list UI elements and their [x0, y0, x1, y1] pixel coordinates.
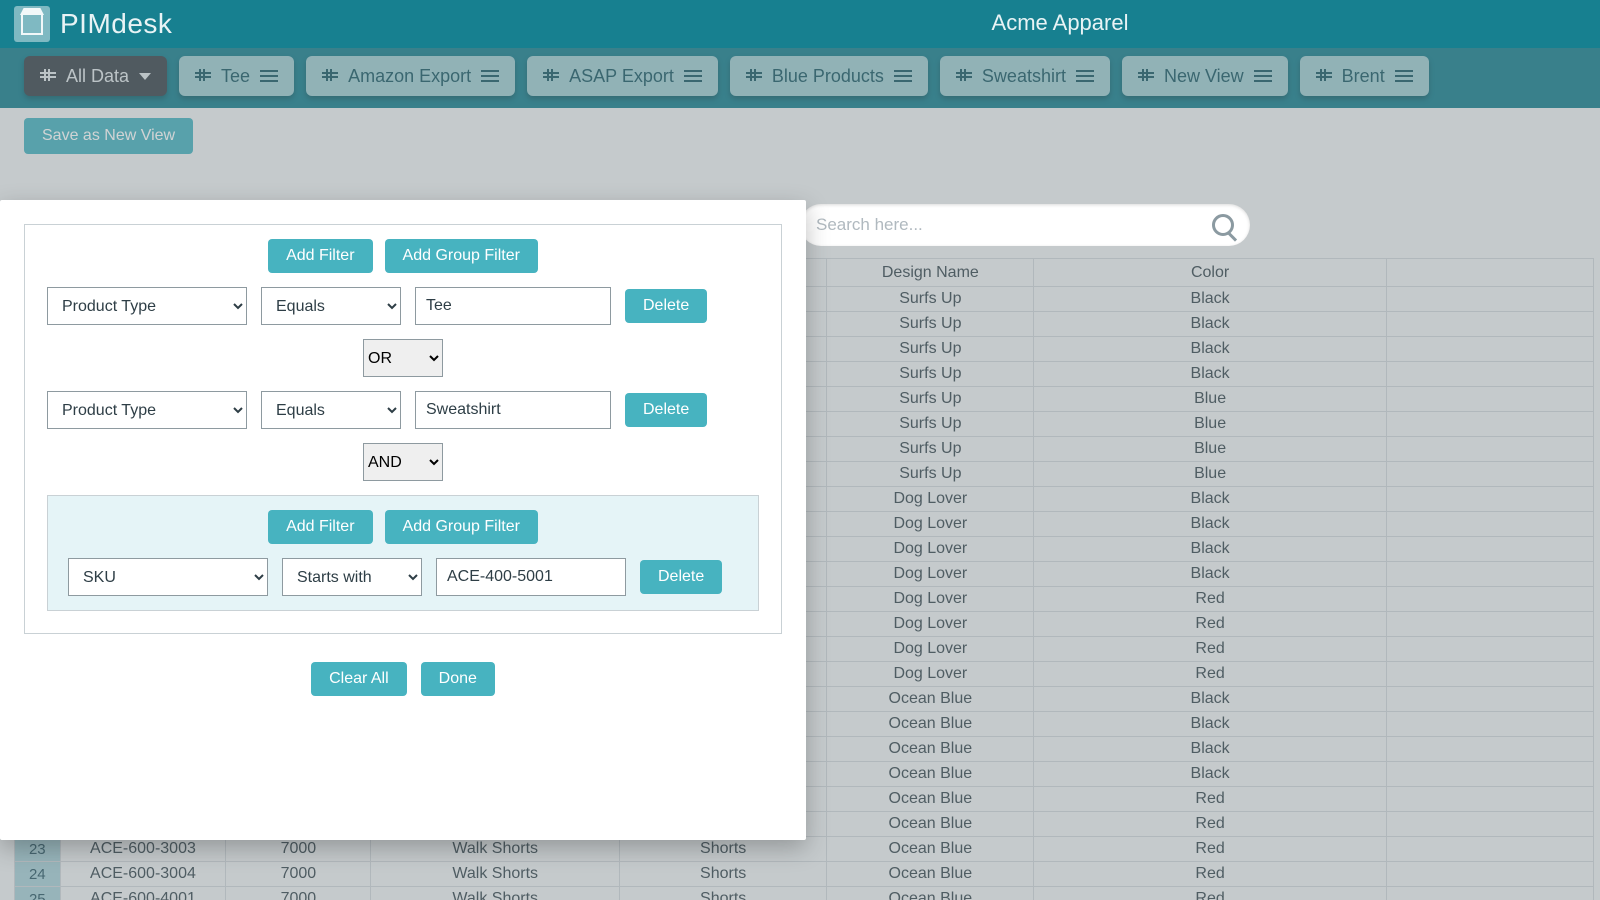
topbar: PIMdesk Acme Apparel	[0, 0, 1600, 48]
logo: PIMdesk	[14, 6, 172, 42]
filter-value-input[interactable]	[436, 558, 626, 596]
filter-joiner-select[interactable]: ORAND	[363, 339, 443, 377]
add-group-filter-button[interactable]: Add Group Filter	[385, 239, 538, 273]
filter-op-select[interactable]: EqualsStarts withContains	[261, 391, 401, 429]
filter-op-select[interactable]: EqualsStarts withContains	[282, 558, 422, 596]
filter-row: Product TypeSKUDesignDesign NameColor Eq…	[47, 391, 759, 429]
filter-value-input[interactable]	[415, 287, 611, 325]
filter-group-outer: Add Filter Add Group Filter Product Type…	[24, 224, 782, 634]
search-input[interactable]	[816, 215, 1212, 235]
filter-field-select[interactable]: Product TypeSKUDesignDesign NameColor	[47, 391, 247, 429]
filter-row: Product TypeSKUDesignDesign NameColor Eq…	[47, 287, 759, 325]
clear-all-button[interactable]: Clear All	[311, 662, 407, 696]
add-group-filter-button[interactable]: Add Group Filter	[385, 510, 538, 544]
done-button[interactable]: Done	[421, 662, 495, 696]
company-name: Acme Apparel	[992, 10, 1129, 36]
filter-field-select[interactable]: Product TypeSKUDesignDesign NameColor	[47, 287, 247, 325]
filter-joiner-select[interactable]: ORAND	[363, 443, 443, 481]
filter-group-nested: Add Filter Add Group Filter Product Type…	[47, 495, 759, 611]
filter-modal: Add Filter Add Group Filter Product Type…	[0, 200, 806, 840]
delete-filter-button[interactable]: Delete	[625, 289, 707, 323]
add-filter-button[interactable]: Add Filter	[268, 510, 372, 544]
search-icon	[1212, 214, 1234, 236]
delete-filter-button[interactable]: Delete	[625, 393, 707, 427]
logo-icon	[14, 6, 50, 42]
delete-filter-button[interactable]: Delete	[640, 560, 722, 594]
search-box[interactable]	[800, 204, 1250, 246]
filter-field-select[interactable]: Product TypeSKUDesignDesign NameColor	[68, 558, 268, 596]
filter-row: Product TypeSKUDesignDesign NameColor Eq…	[68, 558, 738, 596]
app-name: PIMdesk	[60, 8, 172, 40]
add-filter-button[interactable]: Add Filter	[268, 239, 372, 273]
filter-op-select[interactable]: EqualsStarts withContains	[261, 287, 401, 325]
filter-value-input[interactable]	[415, 391, 611, 429]
